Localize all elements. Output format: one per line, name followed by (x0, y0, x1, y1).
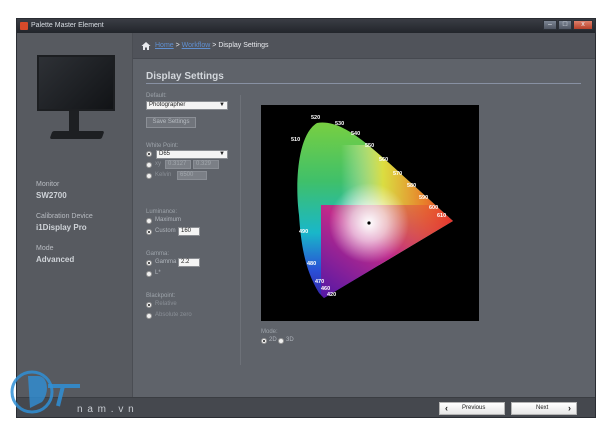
close-button[interactable]: x (573, 20, 593, 30)
chevron-down-icon: ▼ (219, 102, 225, 108)
monitor-image (37, 55, 115, 151)
mode-2d-radio[interactable] (261, 338, 267, 344)
lum-custom-input[interactable]: 160 (178, 227, 200, 236)
home-icon[interactable] (141, 41, 151, 51)
wavelength-label: 470 (315, 279, 324, 285)
main-panel: Home > Workflow > Display Settings Displ… (133, 33, 595, 417)
lum-custom-label: Custom (155, 228, 176, 234)
wavelength-label: 590 (419, 195, 428, 201)
title-divider (146, 83, 581, 84)
mode-2d-label: 2D (269, 337, 277, 343)
previous-button[interactable]: ‹ Previous (439, 402, 505, 415)
bp-relative-radio[interactable] (146, 302, 152, 308)
wavelength-label: 540 (351, 131, 360, 137)
app-logo-icon (20, 22, 28, 30)
white-point-select-value: D65 (159, 151, 171, 157)
wavelength-label: 490 (299, 229, 308, 235)
bp-relative-label: Relative (155, 301, 177, 307)
wp-kelvin-label: Kelvin (155, 172, 172, 178)
save-settings-button[interactable]: Save Settings (146, 117, 196, 128)
default-label: Default: (146, 93, 167, 99)
chevron-down-icon: ▼ (219, 151, 225, 157)
minimize-button[interactable]: – (543, 20, 557, 30)
blackpoint-label: Blackpoint: (146, 293, 176, 299)
wavelength-label: 560 (379, 157, 388, 163)
cie-chromaticity-diagram: 520 530 540 550 560 570 580 590 600 610 510 490 480 4… (261, 105, 479, 321)
wavelength-label: 600 (429, 205, 438, 211)
wp-kelvin-radio[interactable] (146, 173, 152, 179)
title-bar: Palette Master Element – □ x (17, 19, 595, 33)
mode-label: Mode (36, 245, 54, 252)
breadcrumb-workflow-link[interactable]: Workflow (182, 42, 211, 49)
wavelength-label: 530 (335, 121, 344, 127)
chevron-left-icon: ‹ (445, 403, 448, 413)
luminance-label: Luminance: (146, 209, 178, 215)
window-controls: – □ x (542, 20, 593, 31)
device-label: Calibration Device (36, 213, 93, 220)
gamma-label: Gamma: (146, 251, 170, 257)
mode-3d-label: 3D (286, 337, 294, 343)
column-divider (240, 95, 241, 365)
breadcrumb-home-link[interactable]: Home (155, 42, 174, 49)
mode-3d-radio[interactable] (278, 338, 284, 344)
gamma-option-label: Gamma (155, 259, 177, 265)
sidebar: Monitor SW2700 Calibration Device i1Disp… (17, 33, 133, 417)
wp-xy-label: xy (155, 161, 161, 167)
wp-d-radio[interactable] (146, 151, 152, 157)
wavelength-label: 570 (393, 171, 402, 177)
default-select[interactable]: Photographer ▼ (146, 101, 228, 110)
device-value: i1Display Pro (36, 223, 87, 232)
page-title: Display Settings (146, 71, 224, 82)
white-point-select[interactable]: D65 ▼ (156, 150, 228, 159)
monitor-neck (69, 111, 79, 133)
breadcrumb-separator: > (173, 42, 182, 49)
chart-mode-label: Mode: (261, 329, 278, 335)
previous-button-label: Previous (462, 405, 486, 411)
window-title: Palette Master Element (31, 22, 104, 29)
wp-kelvin-input[interactable]: 6500 (177, 171, 207, 180)
wp-x-input[interactable]: 0.3127 (165, 160, 191, 169)
white-point-label: White Point: (146, 143, 179, 149)
lum-maximum-radio[interactable] (146, 218, 152, 224)
wavelength-label: 580 (407, 183, 416, 189)
gamma-input[interactable]: 2.2 (178, 258, 200, 267)
bp-absolute-label: Absolute zero (155, 312, 192, 318)
wavelength-label: 610 (437, 213, 446, 219)
wavelength-label: 510 (291, 137, 300, 143)
chevron-right-icon: › (568, 403, 571, 413)
next-button-label: Next (536, 405, 549, 411)
next-button[interactable]: Next › (511, 402, 577, 415)
lum-custom-radio[interactable] (146, 229, 152, 235)
app-window: Palette Master Element – □ x Monitor SW2… (16, 18, 596, 418)
gamma-lstar-label: L* (155, 270, 161, 276)
lum-maximum-label: Maximum (155, 217, 182, 223)
monitor-base (49, 131, 105, 139)
wavelength-label: 480 (307, 261, 316, 267)
gamma-radio[interactable] (146, 260, 152, 266)
settings-column: Default: Photographer ▼ Save Settings Wh… (146, 93, 236, 393)
breadcrumb-trail: Home > Workflow > Display Settings (155, 42, 269, 49)
cie-diagram-svg: 520 530 540 550 560 570 580590600 610 510 490 480 4… (291, 115, 453, 298)
monitor-screen (37, 55, 115, 111)
default-select-value: Photographer (149, 102, 186, 108)
maximize-button[interactable]: □ (558, 20, 572, 30)
monitor-value: SW2700 (36, 191, 67, 200)
wp-xy-radio[interactable] (146, 162, 152, 168)
gamma-lstar-radio[interactable] (146, 271, 152, 277)
white-point-marker (367, 221, 371, 225)
wavelength-label: 420 (327, 292, 336, 298)
breadcrumb-current: Display Settings (218, 42, 269, 49)
watermark-logo-icon (10, 370, 80, 414)
breadcrumb: Home > Workflow > Display Settings (133, 33, 595, 59)
mode-value: Advanced (36, 255, 75, 264)
monitor-label: Monitor (36, 181, 60, 188)
wavelength-label: 550 (365, 143, 374, 149)
bp-absolute-radio[interactable] (146, 313, 152, 319)
wavelength-label: 520 (311, 115, 320, 121)
wp-y-input[interactable]: 0.329 (193, 160, 219, 169)
